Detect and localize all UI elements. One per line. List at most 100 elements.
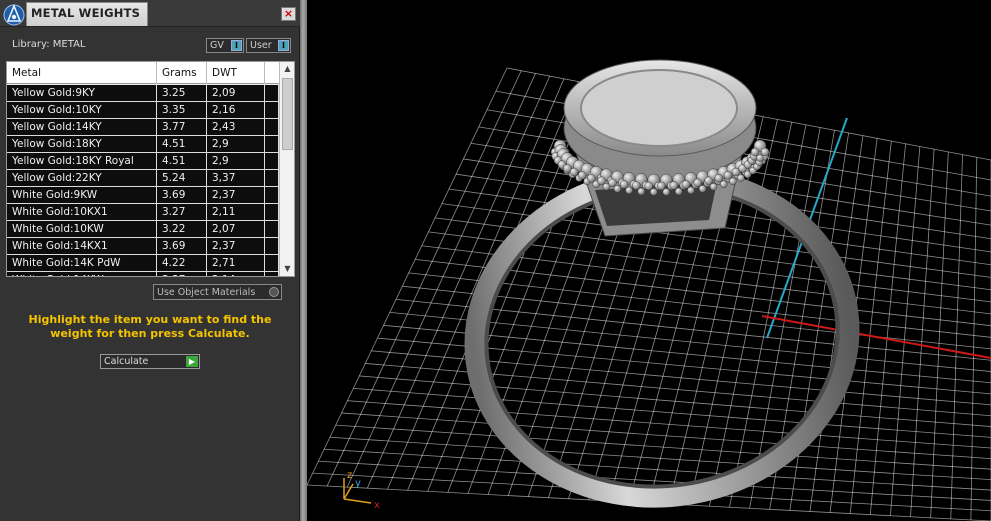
table-row[interactable]: Yellow Gold:9KY 3.25 2,09 xyxy=(7,85,279,102)
close-button[interactable]: × xyxy=(281,7,296,21)
table-cell-dwt: 2,37 xyxy=(207,187,265,204)
ring-bead xyxy=(750,147,760,157)
ring-bead xyxy=(625,186,633,195)
table-row[interactable]: White Gold:9KW 3.69 2,37 xyxy=(7,187,279,204)
ring-bead xyxy=(569,167,579,177)
table-row[interactable]: Yellow Gold:22KY 5.24 3,37 xyxy=(7,170,279,187)
scroll-down-icon[interactable]: ▼ xyxy=(280,262,294,276)
table-cell-filler xyxy=(265,204,279,221)
table-cell-metal: Yellow Gold:10KY xyxy=(7,102,157,119)
instruction-text: Highlight the item you want to find the … xyxy=(28,313,272,340)
table-cell-metal: Yellow Gold:14KY xyxy=(7,119,157,136)
table-cell-metal: White Gold:10KX1 xyxy=(7,204,157,221)
grid-line xyxy=(353,387,991,438)
table-cell-grams: 3.35 xyxy=(157,102,207,119)
table-cell-dwt: 2,07 xyxy=(207,221,265,238)
play-arrow-icon: ▶ xyxy=(186,356,198,367)
ring-bead xyxy=(637,187,646,196)
table-cell-filler xyxy=(265,238,279,255)
table-cell-grams: 3.69 xyxy=(157,238,207,255)
table-cell-dwt: 2,16 xyxy=(207,102,265,119)
grid-line xyxy=(341,412,991,460)
table-cell-metal: Yellow Gold:9KY xyxy=(7,85,157,102)
table-cell-dwt: 2,43 xyxy=(207,119,265,136)
table-row[interactable]: White Gold:14K PdW 4.22 2,71 xyxy=(7,255,279,272)
table-cell-grams: 3.25 xyxy=(157,85,207,102)
ring-bead xyxy=(662,188,671,196)
grid-line xyxy=(365,363,991,417)
table-row[interactable]: White Gold:14KW3.372,14 xyxy=(7,272,279,276)
viewport-canvas[interactable]: z y x xyxy=(307,0,991,521)
column-header-dwt[interactable]: DWT xyxy=(207,62,265,84)
grid-line xyxy=(359,375,991,427)
ring-bead xyxy=(760,147,770,157)
ring-bead xyxy=(709,182,718,191)
table-cell-grams: 4.22 xyxy=(157,255,207,272)
table-cell-metal: White Gold:9KW xyxy=(7,187,157,204)
table-row[interactable]: White Gold:14KX1 3.69 2,37 xyxy=(7,238,279,255)
radio-icon[interactable] xyxy=(269,287,279,297)
table-cell-metal: White Gold:14KX1 xyxy=(7,238,157,255)
panel-titlebar: METAL WEIGHTS × xyxy=(0,0,300,27)
column-header-metal[interactable]: Metal xyxy=(7,62,157,84)
ring-bezel-inner xyxy=(580,69,738,147)
table-row[interactable]: Yellow Gold:18KY 4.51 2,9 xyxy=(7,136,279,153)
user-toggle-switch-icon: I xyxy=(278,40,289,51)
table-row[interactable]: Yellow Gold:10KY 3.35 2,16 xyxy=(7,102,279,119)
gv-toggle[interactable]: GV I xyxy=(206,38,244,53)
table-cell-grams: 3.69 xyxy=(157,187,207,204)
ring-bead xyxy=(756,154,764,162)
table-cell-filler xyxy=(265,85,279,102)
table-cell-dwt: 3,37 xyxy=(207,170,265,187)
calculate-button[interactable]: Calculate ▶ xyxy=(100,354,200,369)
table-cell-dwt: 2,11 xyxy=(207,204,265,221)
table-scrollbar[interactable]: ▲ ▼ xyxy=(279,62,294,276)
table-row[interactable]: Yellow Gold:18KY Royal 4.51 2,9 xyxy=(7,153,279,170)
table-cell-metal: Yellow Gold:18KY xyxy=(7,136,157,153)
grid-line xyxy=(366,75,551,489)
ring-bead xyxy=(698,185,707,193)
gv-toggle-label: GV xyxy=(210,40,224,51)
ring-bead xyxy=(644,181,653,191)
table-cell-metal: Yellow Gold:22KY xyxy=(7,170,157,187)
table-row[interactable]: Yellow Gold:14KY 3.77 2,43 xyxy=(7,119,279,136)
ring-bead xyxy=(619,180,629,189)
ring-bead xyxy=(704,176,713,185)
table-cell-dwt: 2,9 xyxy=(207,136,265,153)
calculate-label: Calculate xyxy=(104,356,149,367)
table-cell-dwt: 2,9 xyxy=(207,153,265,170)
ring-bead xyxy=(714,173,723,183)
table-cell-filler xyxy=(265,272,279,276)
table-cell-grams: 3.27 xyxy=(157,204,207,221)
table-cell-metal: White Gold:14K PdW xyxy=(7,255,157,272)
table-cell-filler xyxy=(265,221,279,238)
use-object-materials-label: Use Object Materials xyxy=(157,287,256,298)
user-toggle[interactable]: User I xyxy=(246,38,291,53)
ring-bead xyxy=(597,176,606,185)
column-header-grams[interactable]: Grams xyxy=(157,62,207,84)
table-body: Yellow Gold:9KY 3.25 2,09 Yellow Gold:10KY 3… xyxy=(7,85,279,276)
table-header: Metal Grams DWT xyxy=(7,62,279,84)
panel-title-tab[interactable]: METAL WEIGHTS xyxy=(26,2,148,26)
panel-splitter[interactable] xyxy=(300,0,307,521)
ring-bead xyxy=(649,188,658,196)
ring-bead xyxy=(737,174,745,182)
table-row[interactable]: White Gold:10KX1 3.27 2,11 xyxy=(7,204,279,221)
grid-line xyxy=(950,154,963,519)
scroll-up-icon[interactable]: ▲ xyxy=(280,62,294,76)
scroll-thumb[interactable] xyxy=(282,78,293,150)
grid-line xyxy=(869,143,906,515)
ring-bead xyxy=(723,171,733,180)
table-cell-filler xyxy=(265,119,279,136)
table-cell-grams: 3.37 xyxy=(157,272,207,276)
app-logo-icon xyxy=(2,2,26,26)
table-cell-dwt: 2,14 xyxy=(207,272,265,276)
gizmo-x-label: x xyxy=(374,500,380,511)
ring-bead xyxy=(613,185,622,193)
ring-bead xyxy=(577,171,587,180)
table-row[interactable]: White Gold:10KW 3.22 2,07 xyxy=(7,221,279,238)
table-cell-grams: 5.24 xyxy=(157,170,207,187)
ring-bead xyxy=(681,180,691,189)
3d-viewport[interactable]: z y x xyxy=(307,0,991,521)
use-object-materials-option[interactable]: Use Object Materials xyxy=(153,284,282,300)
